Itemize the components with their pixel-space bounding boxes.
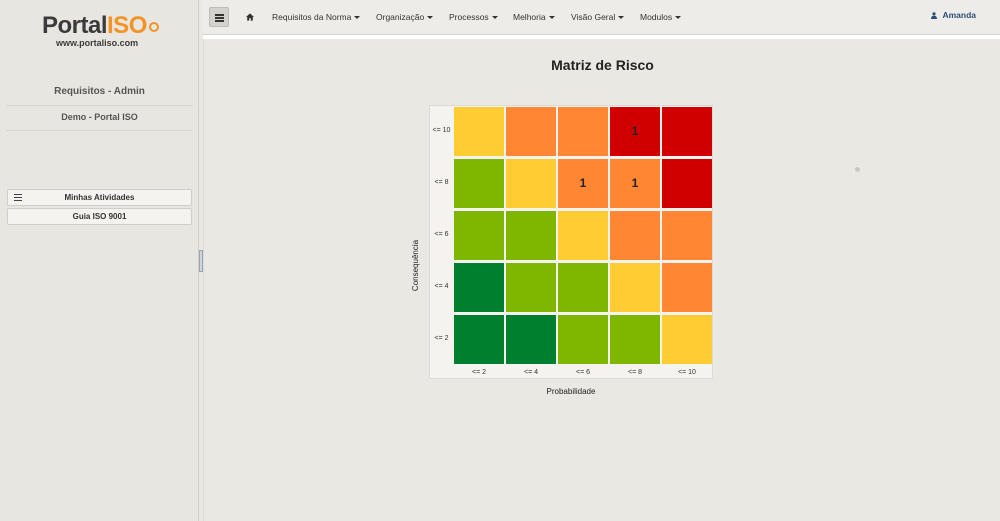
nav-modulos[interactable]: Modulos <box>640 12 682 22</box>
row-label: <= 4 <box>434 283 449 290</box>
logo-accent-text: ISO <box>107 12 147 39</box>
guia-iso-9001-label: Guia ISO 9001 <box>72 212 127 221</box>
caret-down-icon <box>675 16 682 20</box>
col-label: <= 6 <box>575 369 590 376</box>
risk-cell <box>454 315 504 364</box>
caret-down-icon <box>354 16 361 20</box>
risk-cell <box>662 211 712 260</box>
risk-cell <box>454 107 504 156</box>
caret-down-icon <box>427 16 434 20</box>
row-label: <= 10 <box>432 127 451 134</box>
col-label: <= 8 <box>627 369 642 376</box>
decorative-dot <box>855 167 860 172</box>
nav-label: Requisitos da Norma <box>272 12 352 22</box>
nav-processos[interactable]: Processos <box>449 12 498 22</box>
sidebar-subtitle: Demo - Portal ISO <box>6 112 193 131</box>
risk-cell <box>610 211 660 260</box>
nav-melhoria[interactable]: Melhoria <box>513 12 555 22</box>
logo-url: www.portaliso.com <box>56 38 139 48</box>
nav-label: Modulos <box>640 12 673 22</box>
caret-down-icon <box>491 16 498 20</box>
user-menu[interactable]: Amanda <box>931 10 976 20</box>
nav-organizacao[interactable]: Organização <box>376 12 434 22</box>
risk-cell <box>558 211 608 260</box>
guia-iso-9001-button[interactable]: Guia ISO 9001 <box>7 208 192 225</box>
minhas-atividades-label: Minhas Atividades <box>64 193 135 202</box>
risk-matrix: <= 10 1 <= 8 1 1 <= 6 <= 4 <= 2 <= 2 <= 4 <= 6 <= 8… <box>429 105 713 379</box>
risk-cell <box>558 263 608 312</box>
sidebar-title: Requisitos - Admin <box>6 86 193 106</box>
risk-cell <box>506 107 556 156</box>
user-icon <box>931 12 938 19</box>
risk-cell <box>454 159 504 208</box>
home-icon[interactable] <box>246 13 254 21</box>
risk-cell <box>506 263 556 312</box>
user-name: Amanda <box>942 10 976 20</box>
sidebar: PortalISO www.portaliso.com Requisitos -… <box>0 0 199 521</box>
top-navbar: Requisitos da Norma Organização Processo… <box>203 0 1000 35</box>
risk-cell <box>610 315 660 364</box>
main-content: Matriz de Risco Consequência <= 10 1 <= 8 1… <box>203 39 1000 521</box>
nav-visao-geral[interactable]: Visão Geral <box>571 12 625 22</box>
risk-cell[interactable]: 1 <box>610 107 660 156</box>
caret-down-icon <box>618 16 625 20</box>
risk-cell <box>454 263 504 312</box>
risk-cell <box>506 315 556 364</box>
risk-cell[interactable]: 1 <box>610 159 660 208</box>
lightbulb-gear-icon <box>148 21 159 32</box>
nav-label: Processos <box>449 12 489 22</box>
risk-cell[interactable]: 1 <box>558 159 608 208</box>
y-axis-label: Consequência <box>411 239 421 292</box>
page-title: Matriz de Risco <box>551 57 654 73</box>
col-label: <= 2 <box>471 369 486 376</box>
logo-main-text: Portal <box>42 12 108 39</box>
risk-cell <box>454 211 504 260</box>
risk-cell <box>662 159 712 208</box>
nav-label: Visão Geral <box>571 12 616 22</box>
hamburger-icon[interactable] <box>209 7 229 27</box>
caret-down-icon <box>548 16 555 20</box>
nav-label: Melhoria <box>513 12 546 22</box>
row-label: <= 8 <box>434 179 449 186</box>
row-label: <= 6 <box>434 231 449 238</box>
risk-cell <box>506 211 556 260</box>
list-icon <box>14 194 22 201</box>
risk-cell <box>662 315 712 364</box>
col-label: <= 10 <box>678 369 696 376</box>
portaliso-logo[interactable]: PortalISO www.portaliso.com <box>42 14 162 54</box>
nav-requisitos-da-norma[interactable]: Requisitos da Norma <box>272 12 361 22</box>
nav-label: Organização <box>376 12 425 22</box>
logo-wordmark: PortalISO <box>42 14 162 38</box>
col-label: <= 4 <box>523 369 538 376</box>
row-label: <= 2 <box>434 335 449 342</box>
risk-cell <box>610 263 660 312</box>
risk-cell <box>662 107 712 156</box>
x-axis-label: Probabilidade <box>546 387 596 396</box>
risk-cell <box>558 107 608 156</box>
risk-cell <box>662 263 712 312</box>
minhas-atividades-button[interactable]: Minhas Atividades <box>7 189 192 206</box>
risk-cell <box>506 159 556 208</box>
risk-cell <box>558 315 608 364</box>
